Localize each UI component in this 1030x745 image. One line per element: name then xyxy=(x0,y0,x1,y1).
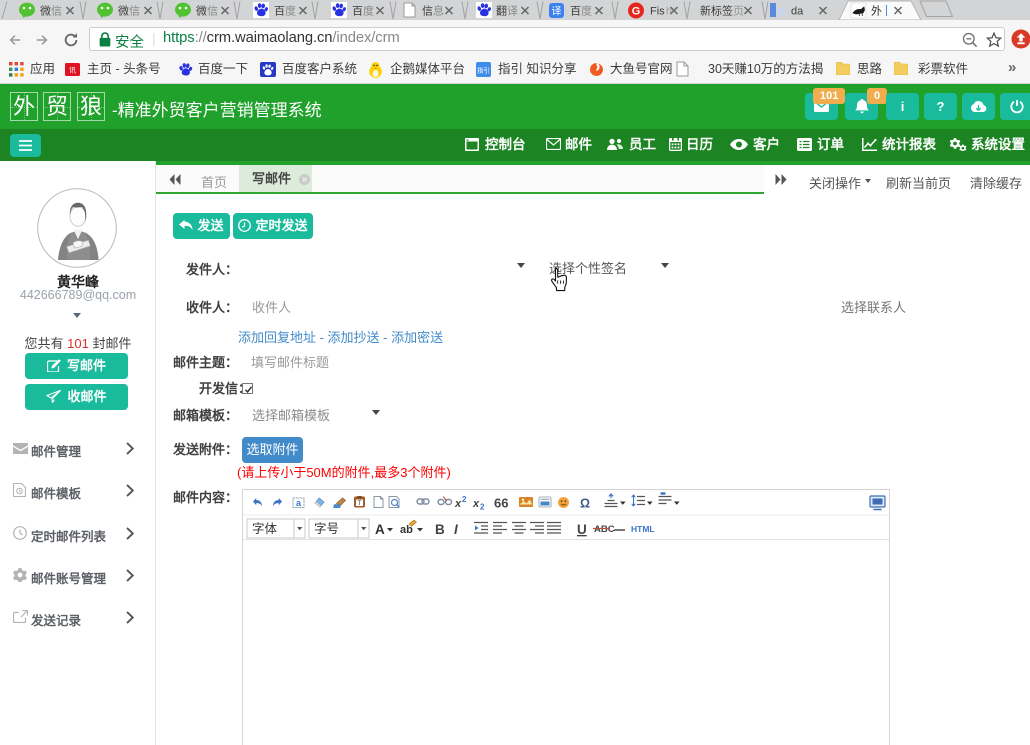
svg-text:度: 度 xyxy=(581,4,592,18)
svg-text:x: x xyxy=(454,498,462,510)
svg-text:x: x xyxy=(472,498,480,510)
svg-text:I: I xyxy=(454,522,458,537)
svg-text:信: 信 xyxy=(207,5,218,18)
svg-text:指引: 指引 xyxy=(477,66,490,75)
svg-text:译: 译 xyxy=(507,5,518,18)
svg-text:66: 66 xyxy=(494,496,508,511)
svg-text:讯: 讯 xyxy=(69,67,76,75)
svg-text:HTML: HTML xyxy=(631,524,655,534)
svg-text:度: 度 xyxy=(363,4,374,18)
svg-text:百: 百 xyxy=(352,6,363,18)
svg-text:ABC: ABC xyxy=(594,524,615,535)
svg-text:B: B xyxy=(435,522,445,537)
svg-text:a: a xyxy=(296,498,302,508)
svg-text:译: 译 xyxy=(552,6,562,18)
svg-text:信: 信 xyxy=(422,5,433,18)
svg-text:微: 微 xyxy=(40,4,51,18)
svg-text:da: da xyxy=(791,6,804,18)
svg-text:页: 页 xyxy=(733,6,744,18)
svg-text:2: 2 xyxy=(480,503,485,512)
svg-text:微: 微 xyxy=(118,4,129,18)
svg-text:百: 百 xyxy=(274,6,285,18)
svg-text:2: 2 xyxy=(462,495,467,504)
svg-text:息: 息 xyxy=(433,4,444,18)
svg-text:A: A xyxy=(375,522,385,537)
svg-text:外: 外 xyxy=(871,5,882,18)
svg-text:百: 百 xyxy=(570,6,581,18)
svg-text:信: 信 xyxy=(129,5,140,18)
svg-text:T: T xyxy=(358,501,362,507)
svg-text:字体: 字体 xyxy=(252,521,278,536)
svg-text:微: 微 xyxy=(196,4,207,18)
svg-text:Ω: Ω xyxy=(580,497,590,511)
svg-text:字号: 字号 xyxy=(314,521,339,536)
svg-text:U: U xyxy=(577,522,587,537)
svg-text:G: G xyxy=(632,6,641,18)
svg-text:Fis: Fis xyxy=(650,6,665,18)
svg-text:新标签: 新标签 xyxy=(700,4,733,18)
svg-text:翻: 翻 xyxy=(496,4,507,18)
svg-text:信: 信 xyxy=(51,5,62,18)
svg-text:度: 度 xyxy=(285,4,296,18)
